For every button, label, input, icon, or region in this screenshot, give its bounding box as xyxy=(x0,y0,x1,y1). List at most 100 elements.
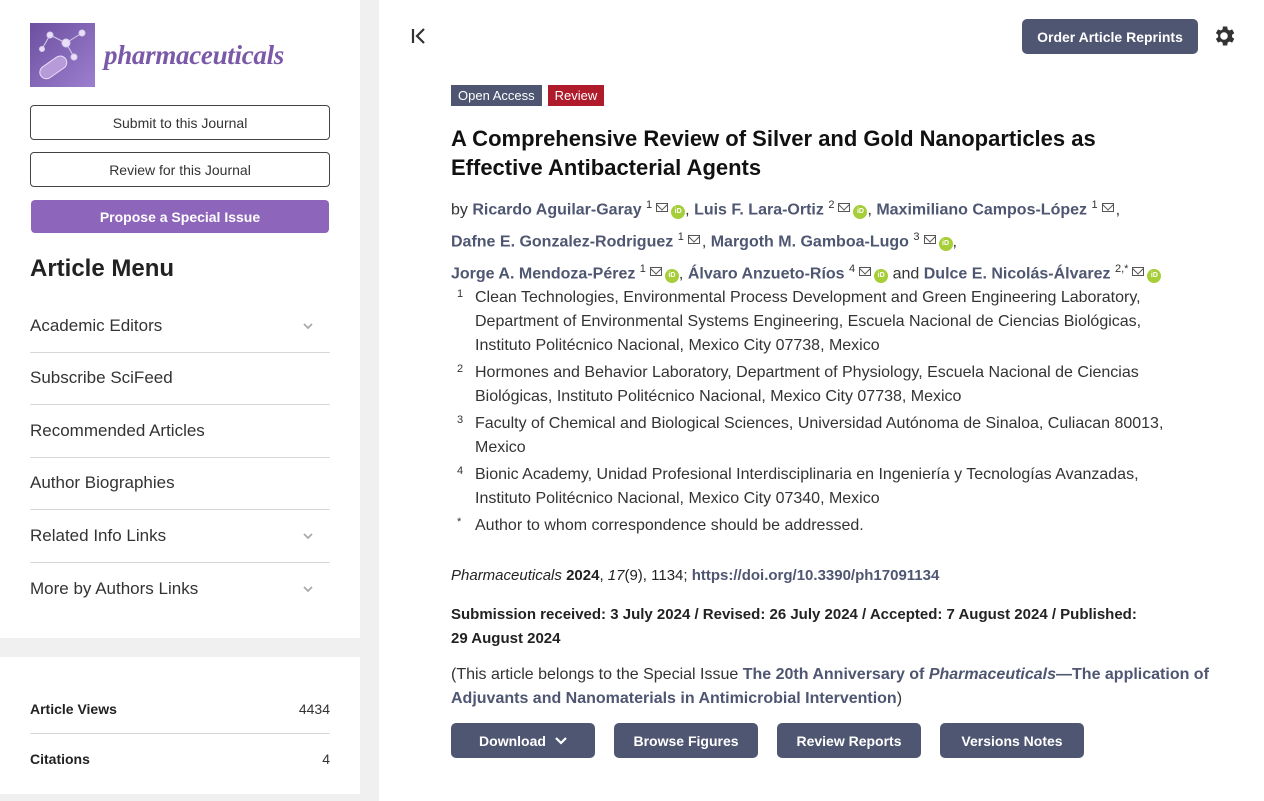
orcid-icon[interactable]: iD xyxy=(664,268,679,283)
affiliation-item: 3 Faculty of Chemical and Biological Sci… xyxy=(457,412,1177,460)
orcid-icon[interactable]: iD xyxy=(1147,268,1162,283)
special-issue-note: (This article belongs to the Special Iss… xyxy=(451,663,1211,711)
citation-year: 2024 xyxy=(566,567,600,584)
logo-image xyxy=(30,23,95,87)
journal-logo[interactable]: pharmaceuticals xyxy=(30,23,330,87)
stat-value: 4434 xyxy=(298,701,330,717)
chevron-down-icon xyxy=(303,323,313,330)
stat-label: Citations xyxy=(30,750,90,767)
menu-item-label: Academic Editors xyxy=(30,315,163,335)
author-name[interactable]: Dafne E. Gonzalez-Rodriguez xyxy=(451,233,673,250)
menu-item-label: More by Authors Links xyxy=(30,578,199,598)
article-stats-panel: Article Views 4434 Citations 4 xyxy=(0,657,360,794)
journal-name: Pharmaceuticals xyxy=(451,567,562,584)
author-affiliation-sup: 4 xyxy=(849,262,856,275)
mail-icon[interactable] xyxy=(838,203,851,213)
mail-icon[interactable] xyxy=(859,266,872,276)
author-affiliation-sup: 1 xyxy=(639,262,646,275)
mail-icon[interactable] xyxy=(1101,203,1114,213)
citation-line: Pharmaceuticals 2024, 17(9), 1134; https… xyxy=(451,567,940,584)
stat-value: 4 xyxy=(322,750,330,767)
affiliations-list: 1 Clean Technologies, Environmental Proc… xyxy=(457,286,1177,541)
menu-item-related-info-links[interactable]: Related Info Links xyxy=(30,510,330,563)
review-reports-button[interactable]: Review Reports xyxy=(777,723,921,758)
affiliation-number: 4 xyxy=(457,465,464,477)
orcid-icon[interactable]: iD xyxy=(853,205,868,220)
affiliation-text: Hormones and Behavior Laboratory, Depart… xyxy=(475,364,1139,405)
and-label: and xyxy=(892,264,920,282)
author-name[interactable]: Maximiliano Campos-López xyxy=(876,201,1087,218)
doi-link[interactable]: https://doi.org/10.3390/ph17091134 xyxy=(692,567,940,584)
article-badges: Open Access Review xyxy=(451,85,605,106)
menu-item-author-biographies[interactable]: Author Biographies xyxy=(30,458,330,510)
mail-icon[interactable] xyxy=(687,235,700,245)
stat-article-views: Article Views 4434 xyxy=(30,685,330,734)
affiliation-item: 2 Hormones and Behavior Laboratory, Depa… xyxy=(457,361,1177,409)
mail-icon[interactable] xyxy=(1132,266,1145,276)
mail-icon[interactable] xyxy=(656,203,669,213)
affiliation-text: Clean Technologies, Environmental Proces… xyxy=(475,289,1142,354)
propose-special-issue-button[interactable]: Propose a Special Issue xyxy=(31,200,329,233)
submit-to-journal-button[interactable]: Submit to this Journal xyxy=(30,105,330,140)
affiliation-text: Bionic Academy, Unidad Profesional Inter… xyxy=(475,466,1139,507)
download-label: Download xyxy=(479,732,546,749)
special-issue-title-journal: Pharmaceuticals xyxy=(928,666,1057,683)
menu-item-label: Recommended Articles xyxy=(30,420,205,440)
stat-citations: Citations 4 xyxy=(30,734,330,783)
order-article-reprints-button[interactable]: Order Article Reprints xyxy=(1022,19,1198,54)
author-affiliation-sup: 3 xyxy=(913,230,920,243)
menu-item-academic-editors[interactable]: Academic Editors xyxy=(30,300,330,353)
mail-icon[interactable] xyxy=(923,235,936,245)
author-name[interactable]: Margoth M. Gamboa-Lugo xyxy=(711,233,909,250)
menu-item-more-by-authors-links[interactable]: More by Authors Links xyxy=(30,563,330,616)
download-button[interactable]: Download xyxy=(451,723,595,758)
versions-notes-button[interactable]: Versions Notes xyxy=(940,723,1084,758)
affiliation-text: Faculty of Chemical and Biological Scien… xyxy=(475,415,1164,456)
stat-label: Article Views xyxy=(30,701,117,717)
publication-dates: Submission received: 3 July 2024 / Revis… xyxy=(451,606,1137,647)
citation-issue: (9), 1134; xyxy=(624,567,688,584)
citation-volume: 17 xyxy=(607,567,625,584)
author-affiliation-sup: 1 xyxy=(646,199,653,211)
affiliation-text: Author to whom correspondence should be … xyxy=(475,517,864,534)
sidebar: pharmaceuticals Submit to this Journal R… xyxy=(0,0,360,638)
article-type-badge: Review xyxy=(547,85,605,106)
orcid-icon[interactable]: iD xyxy=(671,205,686,220)
menu-item-label: Subscribe SciFeed xyxy=(30,368,173,388)
menu-item-subscribe-scifeed[interactable]: Subscribe SciFeed xyxy=(30,353,330,405)
review-for-journal-button[interactable]: Review for this Journal xyxy=(30,152,330,187)
affiliation-number: 3 xyxy=(457,414,464,426)
chevron-down-icon xyxy=(303,533,313,540)
collapse-sidebar-icon[interactable] xyxy=(409,26,429,46)
mail-icon[interactable] xyxy=(649,266,662,276)
affiliation-item: 4 Bionic Academy, Unidad Profesional Int… xyxy=(457,463,1177,511)
menu-item-recommended-articles[interactable]: Recommended Articles xyxy=(30,405,330,458)
author-affiliation-sup: 1 xyxy=(677,230,684,243)
author-affiliation-sup: 2,* xyxy=(1114,262,1129,275)
author-name[interactable]: Luis F. Lara-Ortiz xyxy=(694,201,824,218)
affiliation-item: * Author to whom correspondence should b… xyxy=(457,514,1177,538)
browse-figures-button[interactable]: Browse Figures xyxy=(614,723,758,758)
affiliation-number: * xyxy=(457,516,462,528)
author-name[interactable]: Jorge A. Mendoza-Pérez xyxy=(451,265,635,282)
by-label: by xyxy=(451,201,468,219)
article-actions: Download Browse Figures Review Reports V… xyxy=(451,723,1103,758)
affiliation-number: 2 xyxy=(457,363,464,375)
article-title: A Comprehensive Review of Silver and Gol… xyxy=(451,126,1096,180)
logo-text: pharmaceuticals xyxy=(104,39,285,70)
special-issue-prefix: (This article belongs to the Special Iss… xyxy=(451,666,743,683)
special-issue-suffix: ) xyxy=(896,690,903,707)
article-menu-list: Academic Editors Subscribe SciFeed Recom… xyxy=(30,300,330,615)
author-affiliation-sup: 1 xyxy=(1091,199,1098,211)
author-name[interactable]: Ricardo Aguilar-Garay xyxy=(472,201,641,218)
author-name[interactable]: Álvaro Anzueto-Ríos xyxy=(688,265,845,282)
gear-icon[interactable] xyxy=(1211,23,1237,49)
affiliation-item: 1 Clean Technologies, Environmental Proc… xyxy=(457,286,1177,358)
special-issue-title-part: The 20th Anniversary of xyxy=(742,666,929,683)
menu-item-label: Related Info Links xyxy=(30,525,167,545)
author-name[interactable]: Dulce E. Nicolás-Álvarez xyxy=(924,265,1111,282)
orcid-icon[interactable]: iD xyxy=(874,268,889,283)
orcid-icon[interactable]: iD xyxy=(938,237,953,252)
chevron-down-icon xyxy=(555,736,567,745)
menu-item-label: Author Biographies xyxy=(30,473,175,493)
